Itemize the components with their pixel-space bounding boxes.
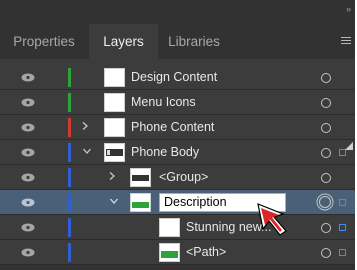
layer-thumbnail bbox=[104, 118, 125, 137]
layer-row-group[interactable]: <Group> bbox=[0, 165, 355, 190]
layer-thumbnail bbox=[104, 68, 125, 87]
selection-indicator[interactable] bbox=[339, 199, 346, 206]
panel-top-strip: » bbox=[0, 0, 355, 24]
layer-color-bar bbox=[68, 118, 71, 137]
panel-tabs: Properties Layers Libraries bbox=[0, 24, 355, 59]
layer-name[interactable]: Menu Icons bbox=[131, 90, 196, 115]
eye-icon[interactable] bbox=[21, 198, 35, 207]
layer-color-bar bbox=[68, 168, 71, 187]
eye-icon[interactable] bbox=[21, 223, 35, 232]
layer-name[interactable]: Design Content bbox=[131, 65, 217, 90]
tab-layers[interactable]: Layers bbox=[89, 24, 158, 59]
layer-row-phone-body[interactable]: Phone Body bbox=[0, 140, 355, 165]
target-circle-icon[interactable] bbox=[321, 123, 331, 133]
layers-panel: » Properties Layers Libraries Design Con… bbox=[0, 0, 355, 270]
tab-properties[interactable]: Properties bbox=[0, 24, 88, 59]
layer-name[interactable]: Phone Content bbox=[131, 115, 214, 140]
layer-thumbnail bbox=[159, 218, 180, 237]
layer-name[interactable]: <Path> bbox=[186, 240, 226, 265]
eye-icon[interactable] bbox=[21, 248, 35, 257]
layer-thumbnail bbox=[104, 93, 125, 112]
target-circle-icon[interactable] bbox=[319, 196, 331, 208]
pointer-cursor-icon bbox=[257, 203, 287, 236]
layer-thumbnail bbox=[104, 143, 125, 162]
selection-indicator[interactable] bbox=[339, 149, 346, 156]
chevron-right-icon[interactable] bbox=[80, 121, 90, 131]
chevron-right-icon[interactable] bbox=[107, 171, 117, 181]
chevron-down-icon[interactable] bbox=[82, 146, 92, 156]
eye-icon[interactable] bbox=[21, 98, 35, 107]
layer-color-bar bbox=[68, 243, 71, 262]
layer-color-bar bbox=[68, 93, 71, 112]
collapse-panel-icon[interactable]: » bbox=[346, 4, 351, 14]
layer-thumbnail bbox=[130, 193, 151, 212]
eye-icon[interactable] bbox=[21, 148, 35, 157]
layer-thumbnail bbox=[130, 168, 151, 187]
layer-row-design-content[interactable]: Design Content bbox=[0, 65, 355, 90]
target-circle-icon[interactable] bbox=[321, 248, 331, 258]
eye-icon[interactable] bbox=[21, 73, 35, 82]
target-circle-icon[interactable] bbox=[321, 173, 331, 183]
layer-color-bar bbox=[68, 218, 71, 237]
tab-libraries[interactable]: Libraries bbox=[158, 24, 230, 59]
panel-bottom-edge bbox=[0, 265, 355, 270]
layer-row-path[interactable]: <Path> bbox=[0, 240, 355, 265]
layer-row-stunning-new[interactable]: Stunning new... bbox=[0, 215, 355, 240]
layer-thumbnail bbox=[159, 243, 180, 262]
eye-icon[interactable] bbox=[21, 123, 35, 132]
target-circle-icon[interactable] bbox=[321, 98, 331, 108]
layer-color-bar bbox=[68, 193, 71, 212]
layer-row-phone-content[interactable]: Phone Content bbox=[0, 115, 355, 140]
chevron-down-icon[interactable] bbox=[109, 196, 119, 206]
target-circle-icon[interactable] bbox=[321, 73, 331, 83]
layer-name[interactable]: <Group> bbox=[159, 165, 208, 190]
target-circle-icon[interactable] bbox=[321, 148, 331, 158]
layer-color-bar bbox=[68, 68, 71, 87]
panel-menu-icon[interactable] bbox=[341, 37, 351, 46]
layer-name[interactable]: Phone Body bbox=[131, 140, 199, 165]
target-circle-icon[interactable] bbox=[321, 223, 331, 233]
layer-color-bar bbox=[68, 143, 71, 162]
eye-icon[interactable] bbox=[21, 173, 35, 182]
corner-triangle-icon bbox=[345, 142, 353, 150]
layer-row-description[interactable] bbox=[0, 190, 355, 215]
layer-row-menu-icons[interactable]: Menu Icons bbox=[0, 90, 355, 115]
selection-indicator[interactable] bbox=[339, 224, 346, 231]
selection-indicator[interactable] bbox=[339, 249, 346, 256]
